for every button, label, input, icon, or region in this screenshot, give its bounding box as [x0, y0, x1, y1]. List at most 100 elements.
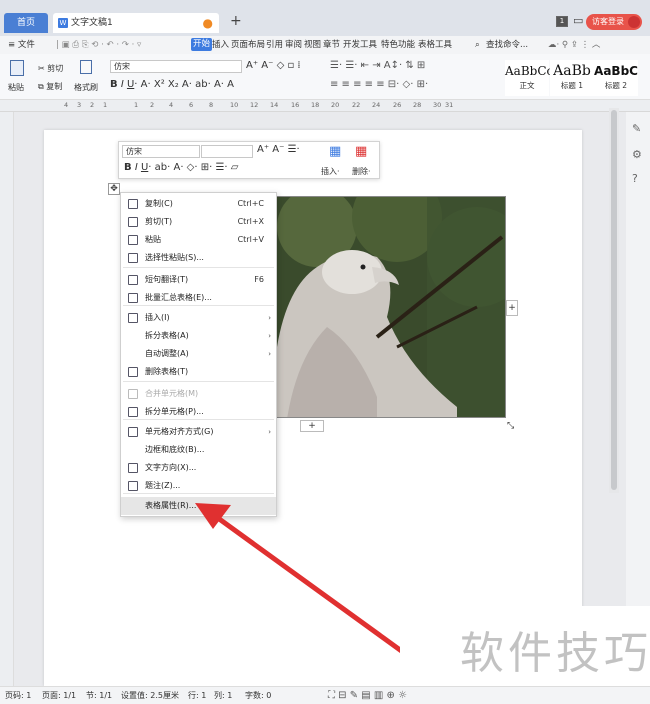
context-menu-item[interactable]: 短句翻译(T) F6: [121, 271, 276, 289]
menu-insert[interactable]: 插入: [212, 36, 229, 54]
style-normal[interactable]: AaBbCc 正文: [505, 60, 554, 96]
visitor-login-button[interactable]: 访客登录: [586, 14, 642, 30]
align-buttons[interactable]: ≡ ≡ ≡ ≡ ≡ ⊟· ◇· ⊞·: [330, 79, 428, 90]
menu-item-label: 复制(C): [145, 199, 173, 208]
context-menu-item[interactable]: 选择性粘贴(S)...: [121, 249, 276, 267]
ruler-tick: 26: [393, 101, 402, 109]
style-heading1-label: 标题 1: [560, 81, 584, 90]
add-row-button[interactable]: +: [300, 420, 324, 432]
context-menu-item[interactable]: 拆分表格(A) ›: [121, 327, 276, 345]
settings-icon[interactable]: ⚙: [632, 148, 642, 161]
resize-table-handle[interactable]: ⤡: [507, 421, 514, 431]
ruler-tick: 2: [90, 101, 95, 109]
tab-home[interactable]: 首页: [4, 13, 48, 33]
mini-delete[interactable]: 删除·: [352, 166, 371, 177]
ruler-tick: 4: [169, 101, 174, 109]
cut-button[interactable]: ✂ 剪切: [38, 63, 63, 74]
context-menu-item[interactable]: 复制(C) Ctrl+C: [121, 195, 276, 213]
ruler-tick: 16: [291, 101, 300, 109]
paragraph-buttons[interactable]: ☰· ☰· ⇤ ⇥ A↕· ⇅ ⊞: [330, 60, 425, 71]
context-menu-item[interactable]: 文字方向(X)...: [121, 459, 276, 477]
mini-insert[interactable]: 插入·: [321, 166, 340, 177]
vertical-ruler[interactable]: [0, 112, 14, 686]
menu-file[interactable]: ≡ 文件: [8, 36, 35, 54]
menu-reference[interactable]: 引用: [266, 36, 283, 54]
window-count-badge[interactable]: 1: [556, 16, 568, 27]
mini-size-select[interactable]: [201, 145, 253, 158]
menu-chapter[interactable]: 章节: [323, 36, 340, 54]
menu-item-label: 单元格对齐方式(G): [145, 427, 214, 436]
context-menu-item[interactable]: 插入(I) ›: [121, 309, 276, 327]
ruler-tick: 1: [103, 101, 108, 109]
menu-layout[interactable]: 页面布局: [231, 36, 265, 54]
menu-review[interactable]: 审阅: [285, 36, 302, 54]
copy-button[interactable]: ⧉ 复制: [38, 81, 62, 92]
mini-font-select[interactable]: 仿宋: [122, 145, 200, 158]
delete-table-icon[interactable]: ▦: [355, 144, 367, 159]
format-painter-label[interactable]: 格式刷: [74, 82, 98, 93]
menu-start[interactable]: 开始: [191, 38, 213, 51]
search-command[interactable]: 查找命令...: [486, 36, 528, 54]
horizontal-ruler[interactable]: 4 3 2 1 1 2 4 6 8 10 12 14 16 18 20 22 24 26 28 30 31: [0, 100, 650, 112]
quick-access-icons[interactable]: | ▣ ⎙ ⎘ ⟲ · ↶ · ↷ · ▿: [56, 36, 141, 54]
context-menu-item[interactable]: 单元格对齐方式(G) ›: [121, 423, 276, 441]
pen-icon[interactable]: ✎: [632, 122, 641, 135]
new-tab-button[interactable]: +: [230, 13, 242, 29]
move-table-handle[interactable]: ✥: [108, 183, 120, 195]
ruler-tick: 18: [311, 101, 320, 109]
status-pages[interactable]: 页面: 1/1: [42, 687, 76, 704]
tab-document[interactable]: W 文字文稿1 ●: [53, 13, 219, 33]
context-menu-item[interactable]: 粘贴 Ctrl+V: [121, 231, 276, 249]
context-menu-item[interactable]: 边框和底纹(B)...: [121, 441, 276, 459]
watermark-text: 软件技巧: [460, 628, 650, 679]
menu-separator: [123, 305, 274, 306]
ruler-tick: 1: [134, 101, 139, 109]
menu-special[interactable]: 特色功能: [381, 36, 415, 54]
help-icon[interactable]: ?: [632, 172, 638, 185]
restore-icon[interactable]: ▭: [573, 14, 583, 27]
vulture-image: [277, 197, 505, 417]
status-page-number[interactable]: 页码: 1: [5, 687, 31, 704]
format-buttons[interactable]: B I U· A· X² X₂ A· ab· A· A: [110, 79, 234, 90]
paste-label[interactable]: 粘贴: [8, 82, 24, 93]
context-menu-item[interactable]: 自动调整(A) ›: [121, 345, 276, 363]
scrollbar-thumb[interactable]: [611, 110, 617, 490]
mini-size-buttons[interactable]: A⁺ A⁻ ☰·: [257, 144, 300, 155]
ruler-tick: 4: [64, 101, 69, 109]
status-setting[interactable]: 设置值: 2.5厘米: [121, 687, 179, 704]
format-painter-icon[interactable]: [80, 60, 92, 74]
menu-item-label: 自动调整(A): [145, 349, 189, 358]
context-menu-item[interactable]: 剪切(T) Ctrl+X: [121, 213, 276, 231]
style-normal-sample: AaBbCc: [505, 64, 554, 78]
menu-separator: [123, 381, 274, 382]
menu-item-icon: [128, 217, 138, 227]
menu-item-label: 插入(I): [145, 313, 170, 322]
font-size-buttons[interactable]: A⁺ A⁻ ◇ ▫ ⁞: [246, 60, 301, 71]
style-heading1[interactable]: AaBb 标题 1: [550, 60, 594, 96]
mini-toolbar: 仿宋 A⁺ A⁻ ☰· B I U· ab· A· ◇· ⊞· ☰· ▱ ▦ 插…: [118, 141, 380, 179]
vertical-scrollbar[interactable]: [609, 108, 619, 493]
status-row[interactable]: 行: 1: [188, 687, 206, 704]
context-menu-item[interactable]: 删除表格(T): [121, 363, 276, 381]
status-words[interactable]: 字数: 0: [245, 687, 271, 704]
ruler-tick: 14: [270, 101, 279, 109]
menu-item-icon: [128, 463, 138, 473]
status-col[interactable]: 列: 1: [214, 687, 232, 704]
menu-developer[interactable]: 开发工具: [343, 36, 377, 54]
menu-item-icon: [128, 253, 138, 263]
mini-format-buttons[interactable]: B I U· ab· A· ◇· ⊞· ☰· ▱: [124, 162, 238, 173]
ruler-tick: 20: [331, 101, 340, 109]
status-bar: 页码: 1 页面: 1/1 节: 1/1 设置值: 2.5厘米 行: 1 列: …: [0, 686, 650, 704]
paste-icon[interactable]: [10, 60, 24, 76]
menu-view[interactable]: 视图: [304, 36, 321, 54]
menu-table-tools[interactable]: 表格工具: [418, 36, 452, 54]
status-section[interactable]: 节: 1/1: [86, 687, 112, 704]
menu-item-label: 选择性粘贴(S)...: [145, 253, 204, 262]
view-mode-icons[interactable]: ⛶ ⊟ ✎ ▤ ▥ ⊕ ☼: [328, 687, 407, 704]
style-heading2[interactable]: AaBbC 标题 2: [594, 60, 638, 96]
vulture-photo[interactable]: [276, 196, 506, 418]
insert-table-icon[interactable]: ▦: [329, 144, 341, 159]
cloud-share-icons[interactable]: ☁· ⚲ ⇪ ⋮ ︿: [548, 36, 600, 54]
font-family-select[interactable]: 仿宋: [110, 60, 242, 73]
add-column-button[interactable]: +: [506, 300, 518, 316]
